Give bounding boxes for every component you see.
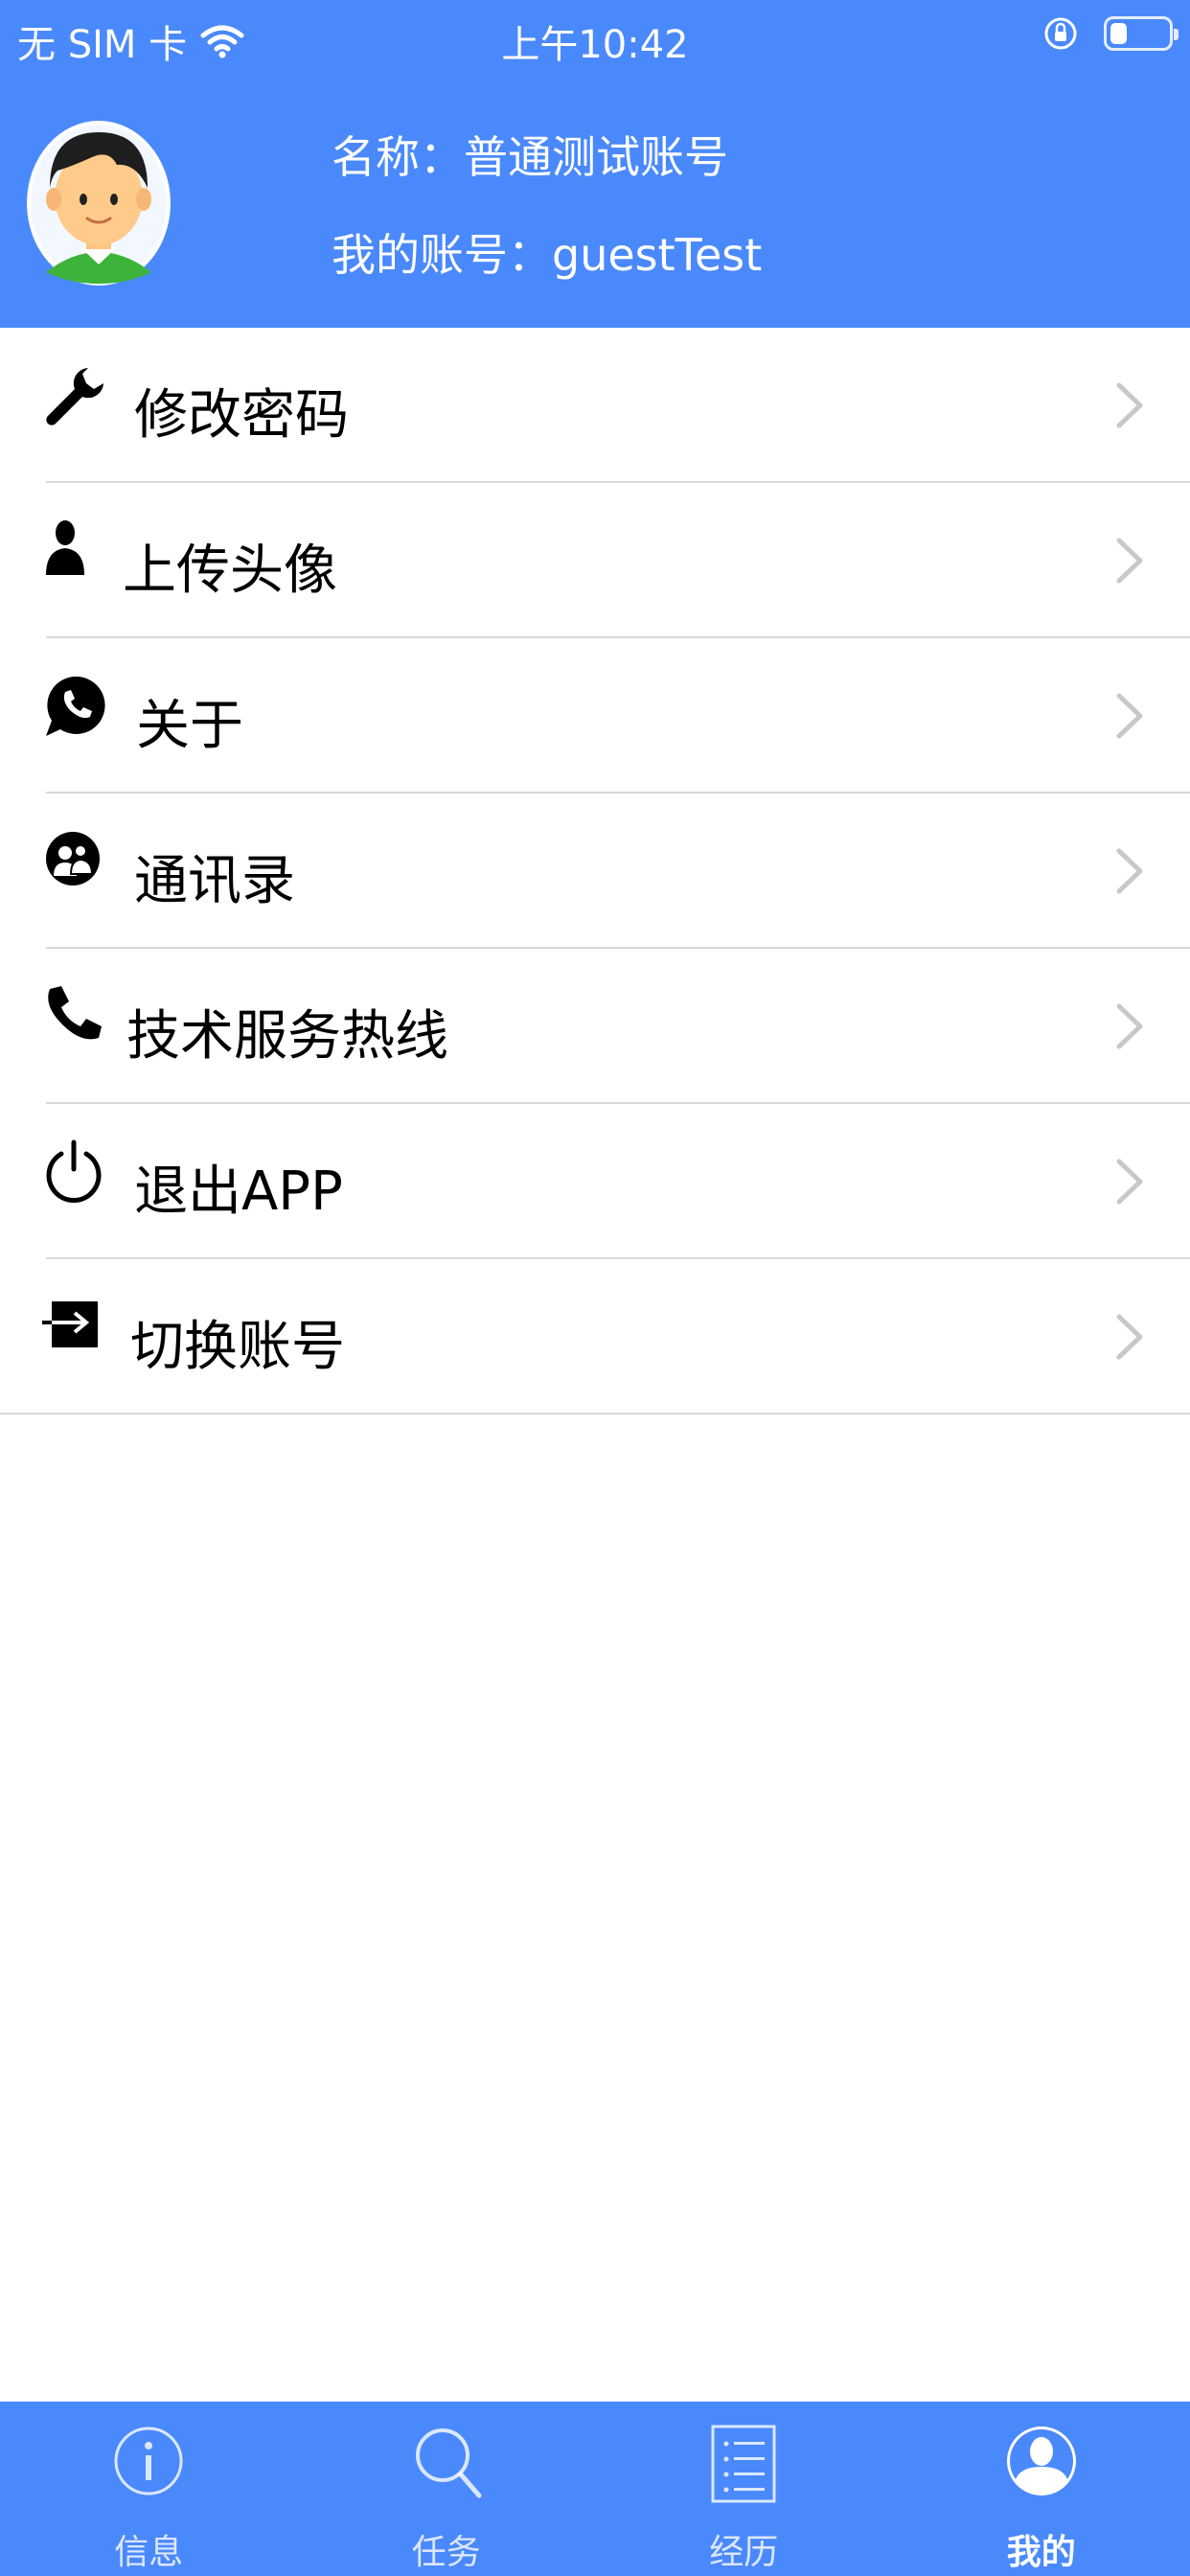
list-icon — [711, 2425, 776, 2503]
status-bar: 无 SIM 卡 上午10:42 — [0, 0, 1190, 73]
tab-label: 信息 — [114, 2533, 184, 2572]
wrench-icon — [46, 368, 103, 426]
profile-account: 我的账号：guestTest — [332, 229, 763, 281]
orientation-lock-icon — [1044, 17, 1077, 50]
chevron-right-icon — [1116, 538, 1143, 584]
settings-menu: 修改密码 上传头像 关于 通讯录 技术服务热线 退出APP 切换账号 — [0, 328, 1190, 1414]
divider — [0, 1413, 1190, 1414]
chevron-right-icon — [1116, 693, 1143, 739]
info-icon — [114, 2426, 183, 2496]
profile-header: 无 SIM 卡 上午10:42 名称：普通测试账号 我的账号：guestTest — [0, 0, 1190, 328]
person-icon — [46, 520, 84, 575]
menu-item-about[interactable]: 关于 — [0, 638, 1190, 794]
menu-item-label: 通讯录 — [134, 850, 295, 912]
menu-item-change-password[interactable]: 修改密码 — [0, 328, 1190, 483]
menu-item-label: 技术服务热线 — [126, 1005, 448, 1068]
menu-item-label: 切换账号 — [130, 1316, 345, 1378]
tab-bar: 信息 任务 经历 我的 — [0, 2402, 1190, 2576]
tab-label: 任务 — [411, 2533, 481, 2572]
battery-icon — [1104, 16, 1179, 51]
chevron-right-icon — [1116, 848, 1143, 894]
phone-icon — [48, 986, 102, 1040]
chevron-right-icon — [1116, 382, 1143, 428]
menu-item-exit-app[interactable]: 退出APP — [0, 1104, 1190, 1259]
menu-item-switch-account[interactable]: 切换账号 — [0, 1259, 1190, 1414]
menu-item-service-hotline[interactable]: 技术服务热线 — [0, 949, 1190, 1104]
menu-item-label: 上传头像 — [123, 540, 337, 602]
tab-tasks[interactable]: 任务 — [298, 2402, 596, 2576]
switch-account-icon — [42, 1301, 98, 1347]
profile-name: 名称：普通测试账号 — [332, 131, 728, 183]
search-icon — [415, 2428, 482, 2498]
status-time: 上午10:42 — [501, 23, 689, 67]
tab-mine[interactable]: 我的 — [893, 2402, 1190, 2576]
power-icon — [46, 1139, 102, 1203]
tab-info[interactable]: 信息 — [0, 2402, 298, 2576]
menu-item-label: 修改密码 — [134, 384, 349, 447]
menu-item-upload-avatar[interactable]: 上传头像 — [0, 483, 1190, 638]
menu-item-label: 退出APP — [134, 1161, 343, 1223]
chevron-right-icon — [1116, 1003, 1143, 1049]
phone-bubble-icon — [46, 676, 105, 736]
chevron-right-icon — [1116, 1159, 1143, 1205]
tab-label: 我的 — [1006, 2533, 1076, 2572]
tab-label: 经历 — [709, 2533, 779, 2572]
chevron-right-icon — [1116, 1314, 1143, 1360]
menu-item-label: 关于 — [136, 695, 243, 757]
user-icon — [1006, 2426, 1076, 2496]
menu-item-contacts[interactable]: 通讯录 — [0, 794, 1190, 949]
tab-experience[interactable]: 经历 — [595, 2402, 893, 2576]
avatar[interactable] — [25, 111, 172, 288]
contacts-icon — [46, 832, 100, 886]
